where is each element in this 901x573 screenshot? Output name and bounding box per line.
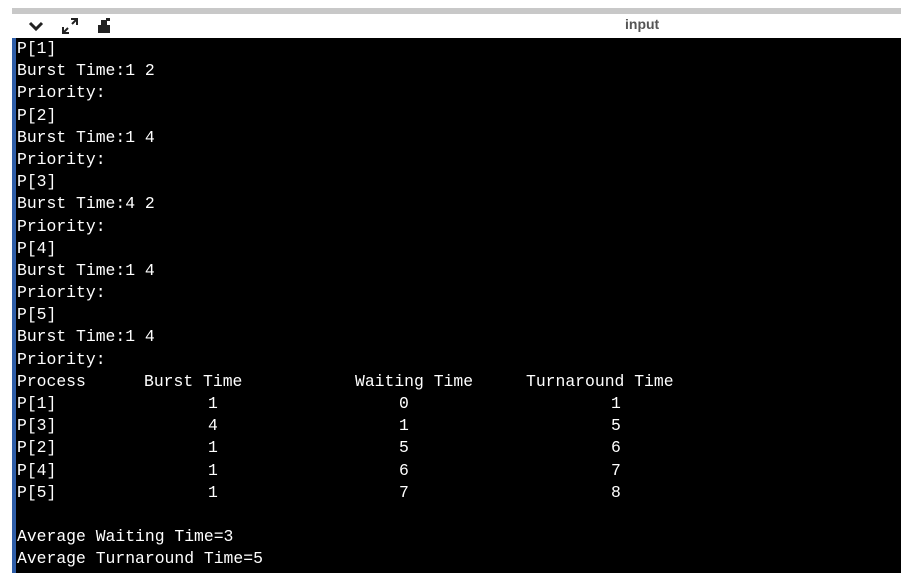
cell-process: P[5] <box>17 482 57 502</box>
terminal-accent-bar <box>12 38 16 573</box>
table-row: P[1] 1 0 1 <box>17 393 897 415</box>
output-line: Burst Time:1 4 <box>17 327 155 347</box>
output-line: P[3] <box>17 172 57 192</box>
panel-toolbar: input <box>12 14 901 38</box>
clear-icon[interactable] <box>94 16 114 36</box>
header-process: Process <box>17 371 86 391</box>
cell-burst-time: 1 <box>208 460 218 480</box>
output-line: Priority: <box>17 283 106 303</box>
average-waiting-time: Average Waiting Time=3 <box>17 527 234 547</box>
header-turnaround-time: Turnaround Time <box>526 371 674 391</box>
cell-burst-time: 4 <box>208 416 218 436</box>
cell-turnaround-time: 7 <box>611 460 621 480</box>
cell-turnaround-time: 1 <box>611 394 621 413</box>
output-line: Burst Time:1 4 <box>17 260 155 280</box>
cell-turnaround-time: 8 <box>611 482 621 502</box>
output-line: P[1] <box>17 39 57 58</box>
average-turnaround-time: Average Turnaround Time=5 <box>17 549 263 569</box>
expand-icon[interactable] <box>60 16 80 36</box>
cell-burst-time: 1 <box>208 394 218 413</box>
cell-process: P[3] <box>17 416 57 436</box>
panel-title: input <box>625 16 660 32</box>
table-header-row: Process Burst Time Waiting Time Turnarou… <box>17 371 897 393</box>
table-row: P[5] 1 7 8 <box>17 482 897 504</box>
output-line: Burst Time:4 2 <box>17 194 155 214</box>
table-row: P[3] 4 1 5 <box>17 415 897 437</box>
terminal-output[interactable]: P[1] Burst Time:1 2 Priority: P[2] Burst… <box>12 38 901 573</box>
cell-waiting-time: 0 <box>399 394 409 413</box>
output-line: P[5] <box>17 305 57 325</box>
cell-process: P[4] <box>17 460 57 480</box>
cell-turnaround-time: 5 <box>611 416 621 436</box>
output-line: P[4] <box>17 238 57 258</box>
toolbar-icons <box>26 16 114 36</box>
cell-waiting-time: 1 <box>399 416 409 436</box>
header-waiting-time: Waiting Time <box>355 371 474 391</box>
output-line: Priority: <box>17 149 106 169</box>
output-line: Burst Time:1 2 <box>17 61 155 81</box>
cell-waiting-time: 5 <box>399 438 409 458</box>
output-lines: P[1] Burst Time:1 2 Priority: P[2] Burst… <box>17 38 897 571</box>
output-line: Priority: <box>17 216 106 236</box>
cell-burst-time: 1 <box>208 438 218 458</box>
cell-waiting-time: 7 <box>399 482 409 502</box>
output-line: P[2] <box>17 105 57 125</box>
chevron-down-icon[interactable] <box>26 16 46 36</box>
output-line: Priority: <box>17 349 106 369</box>
header-burst-time: Burst Time <box>144 371 243 391</box>
cell-process: P[2] <box>17 438 57 458</box>
cell-waiting-time: 6 <box>399 460 409 480</box>
table-row: P[4] 1 6 7 <box>17 460 897 482</box>
table-row: P[2] 1 5 6 <box>17 437 897 459</box>
output-line: Priority: <box>17 83 106 103</box>
output-line: Burst Time:1 4 <box>17 127 155 147</box>
cell-turnaround-time: 6 <box>611 438 621 458</box>
cell-burst-time: 1 <box>208 482 218 502</box>
cell-process: P[1] <box>17 394 57 413</box>
